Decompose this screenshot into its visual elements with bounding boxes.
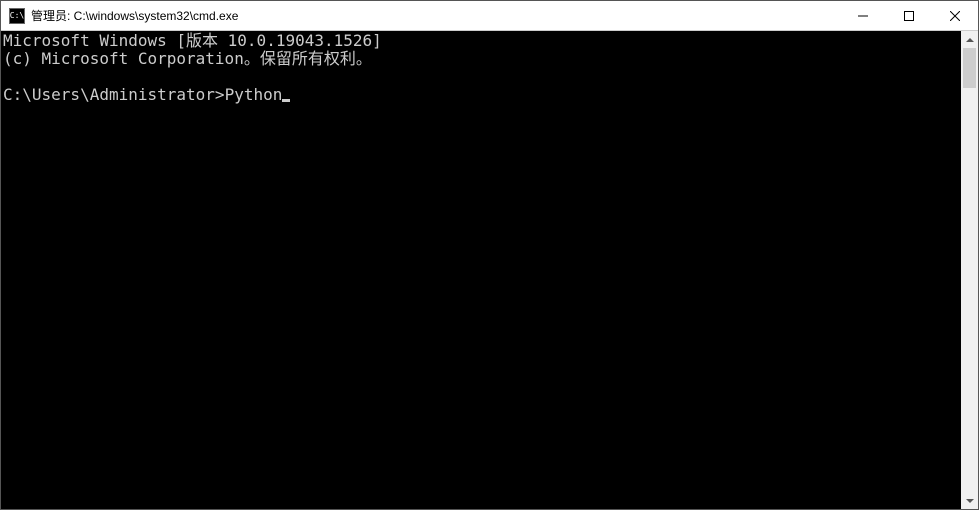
chevron-down-icon [966,499,974,503]
cmd-icon: C:\ [9,8,25,24]
titlebar[interactable]: C:\ 管理员: C:\windows\system32\cmd.exe [1,1,978,31]
console-input[interactable]: Python [225,86,283,104]
window-controls [840,1,978,30]
maximize-button[interactable] [886,1,932,30]
close-button[interactable] [932,1,978,30]
minimize-icon [858,11,868,21]
console-prompt: C:\Users\Administrator> [3,86,225,104]
scroll-track[interactable] [961,48,978,492]
minimize-button[interactable] [840,1,886,30]
cursor [282,99,290,102]
cmd-window: C:\ 管理员: C:\windows\system32\cmd.exe Mic… [0,0,979,510]
close-icon [950,11,960,21]
content-area: Microsoft Windows [版本 10.0.19043.1526](c… [1,31,978,509]
console-line-blank [3,68,961,86]
vertical-scrollbar[interactable] [961,31,978,509]
scroll-down-button[interactable] [961,492,978,509]
scroll-thumb[interactable] [963,48,976,88]
chevron-up-icon [966,38,974,42]
console-prompt-line: C:\Users\Administrator>Python [3,86,961,104]
window-title: 管理员: C:\windows\system32\cmd.exe [31,7,840,24]
maximize-icon [904,11,914,21]
scroll-up-button[interactable] [961,31,978,48]
console-line-version: Microsoft Windows [版本 10.0.19043.1526] [3,32,961,50]
console[interactable]: Microsoft Windows [版本 10.0.19043.1526](c… [1,31,961,509]
console-line-copyright: (c) Microsoft Corporation。保留所有权利。 [3,50,961,68]
